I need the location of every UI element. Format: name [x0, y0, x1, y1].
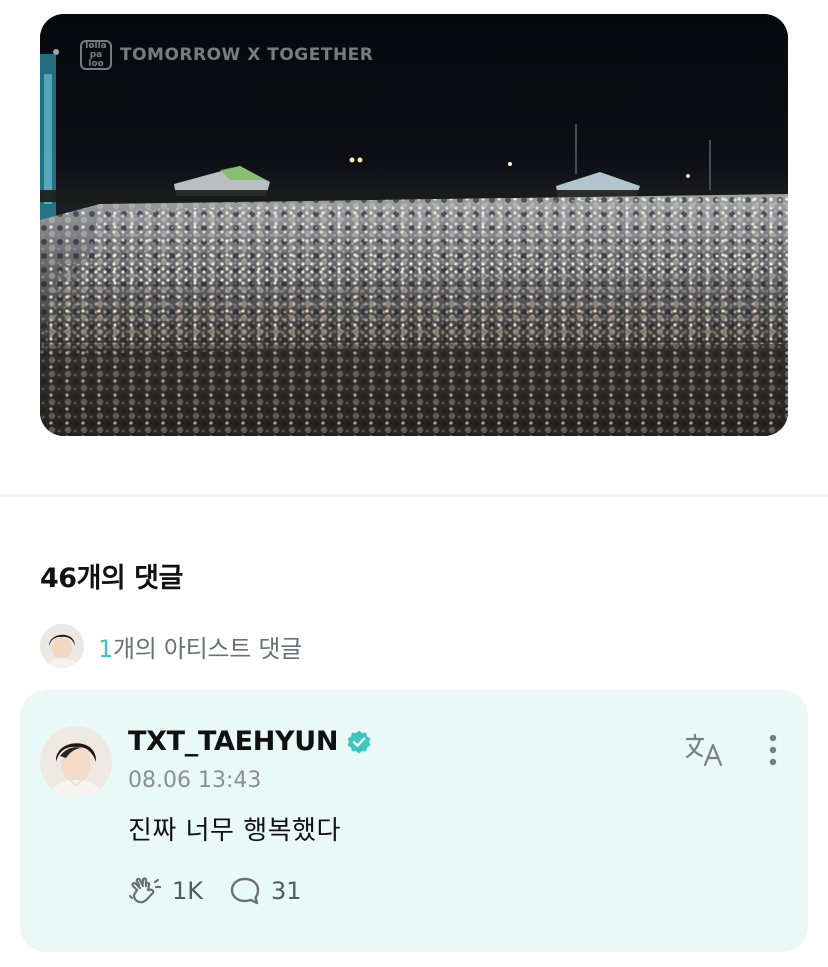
like-button[interactable]: 1K	[128, 876, 203, 906]
post-comments-page: lolla pa loo TOMORROW X TOGETHER 46개의 댓글 1…	[0, 0, 828, 967]
like-count: 1K	[172, 877, 204, 905]
watermark-text: TOMORROW X TOGETHER	[120, 45, 374, 65]
more-options-button[interactable]	[758, 730, 788, 770]
author-row: TXT_TAEHYUN	[128, 726, 372, 757]
artist-comment-card: TXT_TAEHYUN 08.06 13:43 진짜 너무 행복했다 1K 31	[20, 690, 808, 952]
watermark: lolla pa loo TOMORROW X TOGETHER	[80, 40, 373, 70]
comment-timestamp: 08.06 13:43	[128, 768, 262, 793]
reply-count: 31	[271, 877, 302, 905]
artist-comments-label: 1개의 아티스트 댓글	[98, 629, 302, 664]
section-divider	[0, 494, 828, 497]
concert-video-thumbnail[interactable]: lolla pa loo TOMORROW X TOGETHER	[40, 14, 788, 436]
author-avatar[interactable]	[40, 726, 112, 798]
speech-bubble-icon	[230, 877, 260, 905]
more-vertical-icon	[769, 734, 777, 766]
cheer-hand-icon	[128, 877, 162, 904]
author-name[interactable]: TXT_TAEHYUN	[128, 726, 338, 757]
artist-comments-count: 1	[98, 634, 113, 663]
reply-button[interactable]: 31	[229, 876, 302, 906]
comments-count-title: 46개의 댓글	[40, 563, 183, 594]
lollapalooza-logo-icon: lolla pa loo	[80, 40, 112, 70]
artist-avatar-small	[40, 624, 84, 668]
comment-text: 진짜 너무 행복했다	[128, 816, 341, 846]
artist-comments-link[interactable]: 1개의 아티스트 댓글	[40, 624, 302, 668]
comment-reactions: 1K 31	[128, 876, 302, 906]
translate-button[interactable]	[684, 730, 728, 770]
translate-icon	[685, 733, 723, 767]
concert-crowd-image	[40, 14, 788, 436]
verified-badge-icon	[346, 729, 372, 755]
artist-comments-text: 개의 아티스트 댓글	[112, 634, 302, 663]
